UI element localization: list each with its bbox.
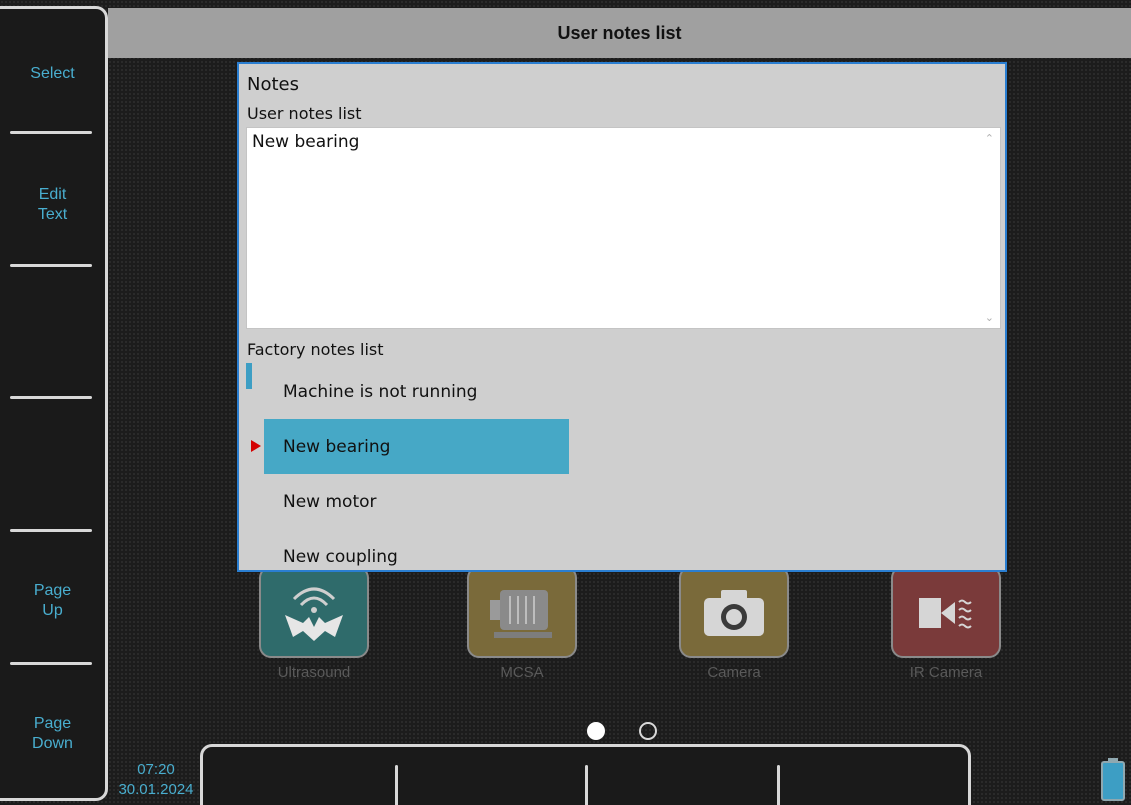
app-label: IR Camera	[909, 664, 983, 681]
softkey-divider	[10, 396, 92, 399]
softkey-3[interactable]	[0, 271, 105, 400]
factory-note-label: New coupling	[283, 546, 398, 567]
factory-note-label: Machine is not running	[283, 381, 478, 402]
factory-note-item[interactable]: New motor	[264, 474, 569, 529]
page-title: User notes list	[557, 22, 682, 43]
app-mcsa[interactable]: MCSA	[467, 566, 577, 681]
app-label: Camera	[707, 664, 761, 681]
factory-note-label: New motor	[283, 491, 377, 512]
battery-icon	[1100, 758, 1126, 801]
softkey-page-down[interactable]: Page Down	[0, 669, 105, 798]
app-camera[interactable]: Camera	[679, 566, 789, 681]
app-label: MCSA	[500, 664, 544, 681]
user-notes-textarea[interactable]: New bearing ⌃ ⌄	[246, 127, 1001, 329]
ir-camera-icon	[891, 566, 1001, 658]
list-scroll-marker	[246, 363, 252, 389]
factory-note-label: New bearing	[283, 436, 391, 457]
bottom-softkey-panel	[200, 744, 971, 805]
page-dot-active[interactable]	[587, 722, 605, 740]
camera-icon	[679, 566, 789, 658]
user-notes-label: User notes list	[247, 104, 362, 123]
factory-notes-label: Factory notes list	[247, 340, 384, 359]
bottom-softkey-4[interactable]	[780, 747, 968, 805]
time-text: 07:20	[137, 761, 175, 778]
factory-note-item-selected[interactable]: New bearing	[264, 419, 569, 474]
scroll-down-icon[interactable]: ⌄	[985, 311, 994, 324]
clock: 07:20 30.01.2024	[110, 760, 202, 800]
title-bar: User notes list	[108, 8, 1131, 58]
selection-arrow-icon	[251, 440, 261, 452]
softkey-page-up[interactable]: Page Up	[0, 536, 105, 665]
bottom-softkey-2[interactable]	[398, 747, 585, 805]
factory-note-item[interactable]: New coupling	[264, 529, 569, 570]
page-dot[interactable]	[639, 722, 657, 740]
softkey-divider	[10, 264, 92, 267]
softkey-divider	[10, 131, 92, 134]
user-notes-value: New bearing	[252, 132, 360, 152]
motor-icon	[467, 566, 577, 658]
softkey-divider	[10, 662, 92, 665]
softkey-edit-text[interactable]: Edit Text	[0, 140, 105, 269]
dialog-title: Notes	[247, 74, 299, 95]
notes-dialog: Notes User notes list New bearing ⌃ ⌄ Fa…	[237, 62, 1007, 572]
date-text: 30.01.2024	[118, 781, 194, 798]
app-ultrasound[interactable]: Ultrasound	[259, 566, 369, 681]
app-label: Ultrasound	[277, 664, 351, 681]
scroll-up-icon[interactable]: ⌃	[985, 132, 994, 145]
softkey-select[interactable]: Select	[0, 9, 105, 138]
softkey-4[interactable]	[0, 403, 105, 532]
softkey-divider	[10, 529, 92, 532]
ultrasound-bat-icon	[259, 566, 369, 658]
app-ir-camera[interactable]: IR Camera	[891, 566, 1001, 681]
factory-note-item[interactable]: Machine is not running	[264, 364, 569, 419]
bottom-softkey-3[interactable]	[588, 747, 777, 805]
bottom-softkey-1[interactable]	[203, 747, 395, 805]
softkey-panel: Select Edit Text Page Up Page Down	[0, 6, 108, 801]
